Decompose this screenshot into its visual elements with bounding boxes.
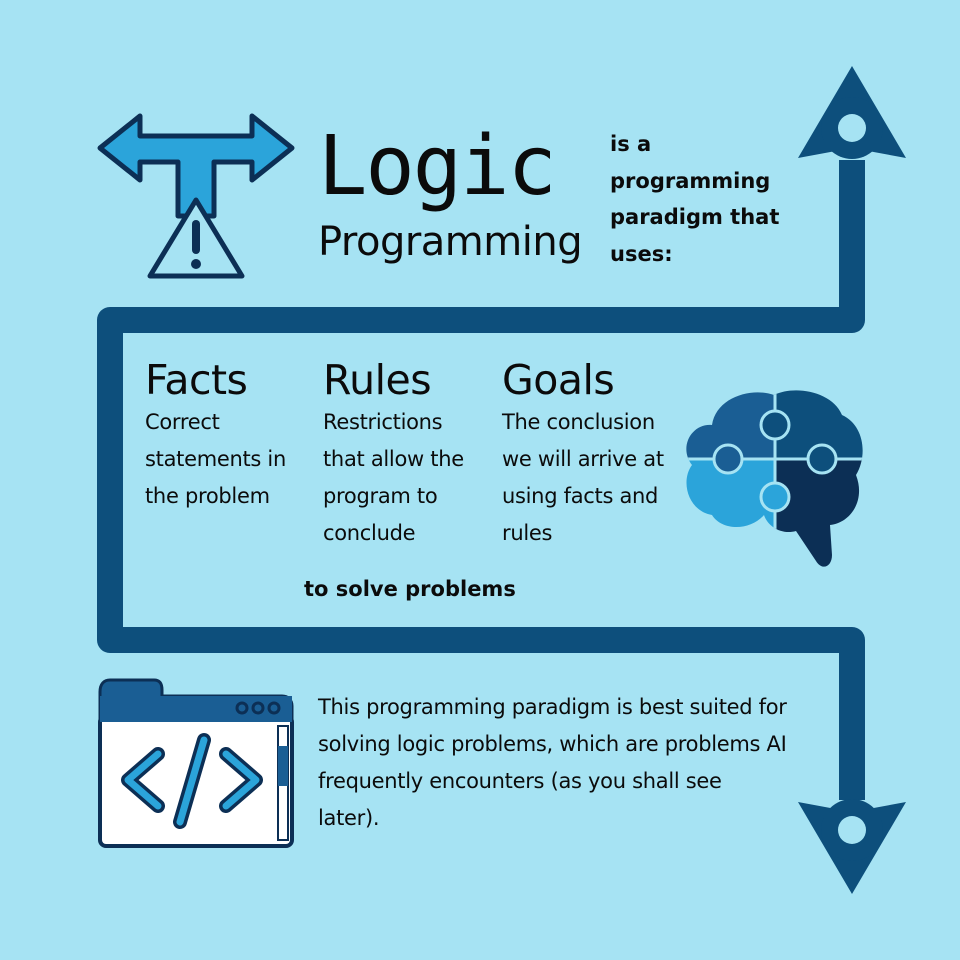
goals-body: The conclusion we will arrive at using f… [502,410,664,545]
goals-heading: Goals [502,356,615,404]
split-arrow-warning-icon [97,113,295,279]
facts-heading: Facts [145,356,248,404]
title-main: Logic [318,119,557,214]
rules-column: Rules Restrictions that allow the progra… [323,356,493,552]
facts-column: Facts Correct statements in the problem [145,356,315,515]
rules-heading: Rules [323,356,432,404]
up-arrow-icon [798,66,906,159]
title-sub: Programming [318,219,583,265]
description-text: This programming paradigm is best suited… [318,695,787,830]
code-window-icon [98,678,294,848]
purpose-text: to solve problems [304,577,516,601]
facts-body: Correct statements in the problem [145,410,286,508]
down-arrow-icon [798,799,906,894]
goals-column: Goals The conclusion we will arrive at u… [502,356,672,552]
rules-body: Restrictions that allow the program to c… [323,410,464,545]
brain-puzzle-icon [686,390,863,567]
intro-text: is a programming paradigm that uses: [610,132,780,266]
